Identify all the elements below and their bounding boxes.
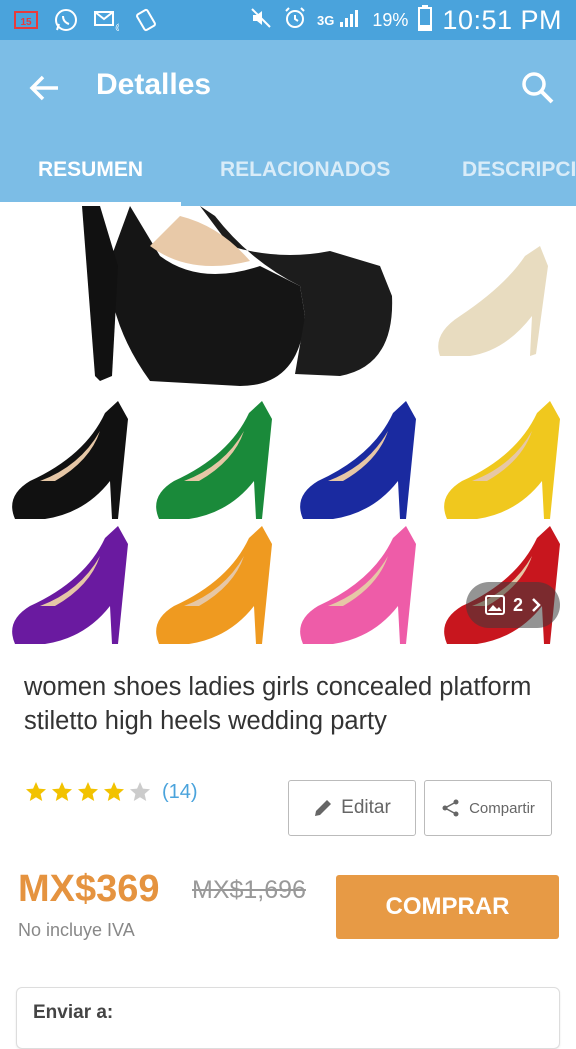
- image-icon: [484, 595, 505, 615]
- shoe-beige: [438, 246, 548, 356]
- shoe-body: [12, 401, 129, 519]
- shoe-thumbnail: [300, 526, 416, 644]
- app-bar: Detalles RESUMEN RELACIONADOS DESCRIPCIÓ…: [0, 40, 576, 206]
- edit-button[interactable]: Editar: [288, 780, 416, 836]
- shoe-thumbnail: [444, 401, 560, 519]
- share-icon: [442, 799, 459, 817]
- buy-button[interactable]: COMPRAR: [336, 875, 559, 939]
- calendar-notification-icon: 15: [12, 8, 40, 32]
- tab-relacionados[interactable]: RELACIONADOS: [220, 142, 390, 206]
- shipping-card[interactable]: Enviar a:: [16, 987, 560, 1049]
- share-button[interactable]: Compartir: [424, 780, 552, 836]
- shoe-thumbnail: [12, 526, 129, 644]
- chevron-right-icon: [532, 598, 541, 612]
- back-arrow-icon[interactable]: [26, 70, 66, 106]
- rating[interactable]: (14): [24, 780, 198, 804]
- star-icon-filled: [52, 782, 72, 801]
- product-image-gallery[interactable]: 2: [0, 206, 576, 646]
- page-title: Detalles: [96, 68, 212, 101]
- app-notification-icon: [132, 8, 160, 32]
- svg-text:@: @: [115, 22, 119, 31]
- shoe-body: [156, 526, 272, 644]
- shoe-thumbnail: [300, 401, 416, 519]
- tab-resumen[interactable]: RESUMEN: [38, 142, 143, 206]
- email-icon: @: [92, 8, 120, 32]
- star-icon-filled: [104, 782, 124, 801]
- signal-icon: [338, 7, 362, 34]
- shipping-label: Enviar a:: [33, 1002, 114, 1023]
- battery-percent: 19%: [372, 9, 409, 30]
- mute-icon: [249, 7, 273, 34]
- battery-icon: [418, 4, 433, 36]
- tax-note: No incluye IVA: [18, 920, 135, 940]
- star-icon-empty: [130, 782, 150, 801]
- shoe-large-black: [82, 206, 393, 386]
- image-count: 2: [512, 594, 523, 615]
- notification-icons: 15 @: [12, 6, 160, 34]
- product-title: women shoes ladies girls concealed platf…: [24, 673, 532, 735]
- shoe-body: [300, 401, 416, 519]
- tab-bar: RESUMEN RELACIONADOS DESCRIPCIÓN: [0, 142, 576, 206]
- shoe-body: [156, 401, 272, 519]
- edit-button-label: Editar: [341, 797, 391, 818]
- system-icons: 3G 19% 10:51 PM: [249, 4, 562, 36]
- star-icon-filled: [78, 782, 98, 801]
- product-image: [12, 206, 560, 644]
- shoe-thumbnail: [156, 526, 272, 644]
- shoe-body: [300, 526, 416, 644]
- pencil-icon: [315, 800, 332, 816]
- alarm-icon: [283, 6, 307, 35]
- review-count[interactable]: (14): [162, 781, 198, 804]
- image-counter[interactable]: 2: [466, 582, 560, 628]
- svg-text:15: 15: [20, 17, 32, 28]
- shoe-body: [12, 526, 129, 644]
- whatsapp-icon: [52, 8, 80, 32]
- shoe-thumbnail: [156, 401, 272, 519]
- network-type-label: 3G: [317, 12, 335, 28]
- price: MX$369: [18, 868, 160, 910]
- shoe-body: [444, 401, 560, 519]
- clock: 10:51 PM: [442, 4, 562, 35]
- tab-descripcion[interactable]: DESCRIPCIÓN: [462, 142, 576, 206]
- status-bar: 15 @ 3G 19% 10:51 PM: [0, 0, 576, 40]
- shoe-thumbnail: [12, 401, 129, 519]
- star-icon-filled: [26, 782, 46, 801]
- share-button-label: Compartir: [469, 799, 535, 817]
- search-icon[interactable]: [518, 68, 558, 108]
- original-price: MX$1,696: [192, 876, 306, 904]
